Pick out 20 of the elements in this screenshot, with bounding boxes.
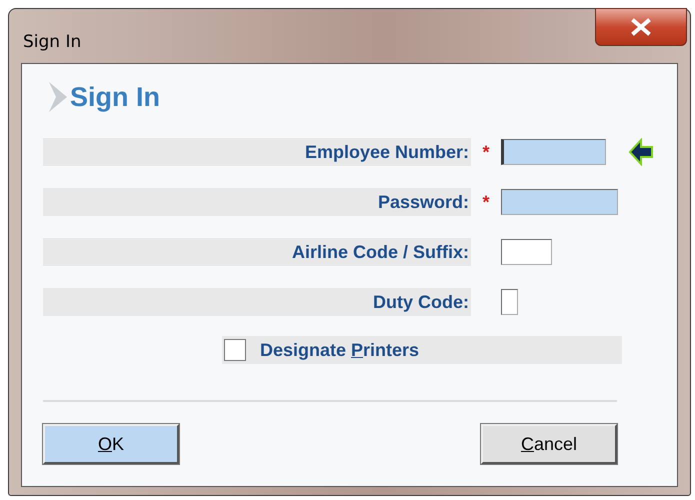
- field-label: Airline Code / Suffix:: [43, 238, 471, 266]
- close-icon: [630, 18, 652, 36]
- dialog-button[interactable]: Cancel: [481, 424, 617, 464]
- checkbox[interactable]: [224, 339, 246, 361]
- close-button[interactable]: [595, 8, 687, 46]
- required-mark: *: [481, 140, 490, 164]
- section-heading: Sign In: [70, 84, 160, 110]
- checkbox-label[interactable]: Designate Printers: [260, 336, 420, 364]
- input-field[interactable]: [501, 139, 606, 165]
- window-title: Sign In: [23, 31, 82, 54]
- left-arrow-icon: [628, 138, 654, 166]
- required-mark: *: [481, 190, 490, 214]
- chevron-icon: [48, 80, 68, 114]
- field-label: Password:: [43, 188, 471, 216]
- field-label: Duty Code:: [43, 288, 471, 316]
- dialog-button[interactable]: OK: [43, 424, 179, 464]
- input-field[interactable]: [501, 189, 618, 215]
- field-label: Employee Number:: [43, 138, 471, 166]
- input-field[interactable]: [501, 239, 552, 265]
- input-field[interactable]: [501, 289, 518, 315]
